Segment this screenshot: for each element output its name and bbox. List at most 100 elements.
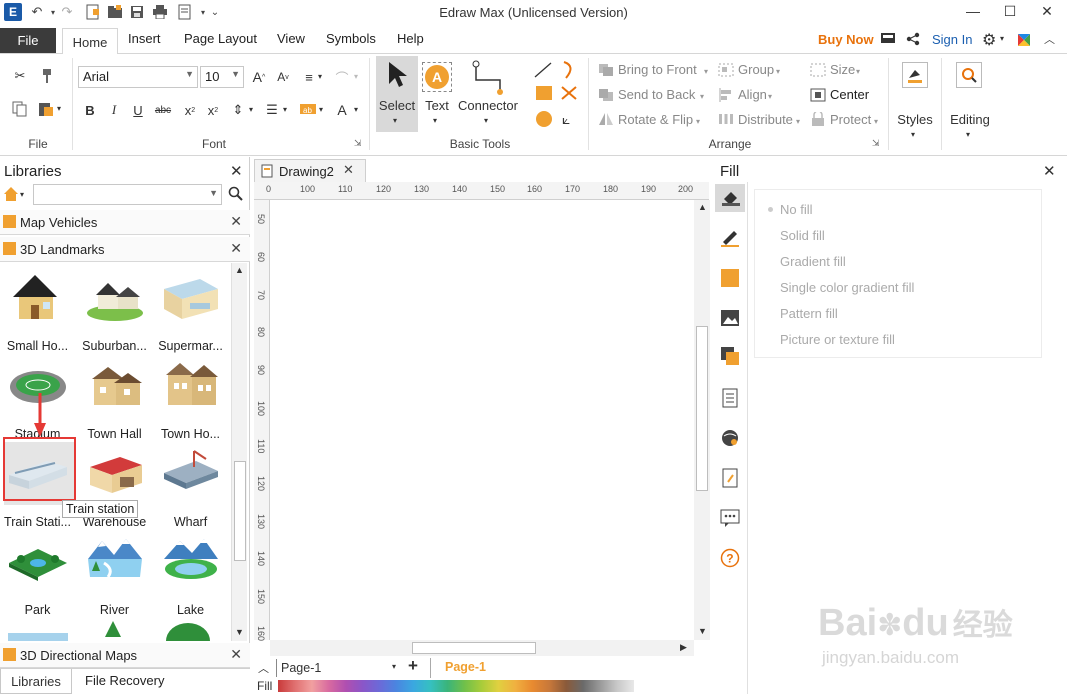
- scroll-up-icon[interactable]: ▲: [235, 265, 244, 275]
- protect-dropdown-icon[interactable]: ▾: [874, 117, 878, 126]
- protect-icon[interactable]: [810, 110, 826, 129]
- tab-file[interactable]: File: [0, 28, 56, 53]
- library-scrollbar[interactable]: ▲ ▼: [231, 263, 247, 641]
- tab-view[interactable]: View: [277, 31, 305, 46]
- fill-option-picture-or-texture-fill[interactable]: Picture or texture fill: [770, 332, 895, 347]
- send-to-back-icon[interactable]: [598, 88, 614, 105]
- group-icon[interactable]: [718, 63, 734, 80]
- bring-to-front-dropdown-icon[interactable]: ▾: [704, 67, 708, 76]
- tab-help[interactable]: Help: [397, 31, 424, 46]
- layers-icon[interactable]: [720, 346, 740, 366]
- superscript-icon[interactable]: x2: [203, 100, 223, 120]
- collapse-ribbon-icon[interactable]: ︿: [1044, 31, 1055, 47]
- connector-tool-button[interactable]: Connector ▾: [456, 56, 520, 132]
- scroll-right-icon[interactable]: ▶: [680, 642, 687, 653]
- attachment-icon[interactable]: [720, 468, 740, 488]
- tab-file-recovery[interactable]: File Recovery: [85, 673, 164, 688]
- distribute-dropdown-icon[interactable]: ▾: [796, 117, 800, 126]
- shape-lake[interactable]: Lake: [153, 527, 228, 617]
- subscript-icon[interactable]: x2: [180, 100, 200, 120]
- library-section-map-vehicles[interactable]: Map Vehicles ✕: [0, 210, 250, 235]
- library-home-icon[interactable]: [3, 186, 19, 205]
- size-button[interactable]: Size: [830, 62, 855, 77]
- page-properties-icon[interactable]: [720, 388, 740, 408]
- minimize-button[interactable]: —: [956, 0, 990, 22]
- canvas-vscroll-thumb[interactable]: [696, 326, 708, 491]
- editing-button[interactable]: Editing ▾: [946, 58, 996, 142]
- sign-in-link[interactable]: Sign In: [932, 32, 972, 47]
- text-highlight-icon[interactable]: ab: [298, 100, 318, 120]
- tab-symbols[interactable]: Symbols: [326, 31, 376, 46]
- add-page-icon[interactable]: +: [408, 656, 418, 676]
- close-section-icon[interactable]: ✕: [230, 646, 242, 663]
- line-tool-icon[interactable]: [534, 62, 552, 81]
- arrange-dialog-launcher-icon[interactable]: ⇲: [872, 138, 880, 149]
- rotate-flip-button[interactable]: Rotate & Flip: [618, 112, 693, 127]
- text-direction-icon[interactable]: ⌒: [332, 67, 352, 87]
- shape-town-hall[interactable]: Town Hall: [77, 351, 152, 441]
- shape-town-house[interactable]: Town Ho...: [153, 351, 228, 441]
- settings-gear-icon[interactable]: ⚙: [982, 30, 996, 50]
- paste-dropdown-icon[interactable]: ▾: [57, 104, 61, 113]
- text-highlight-dropdown-icon[interactable]: ▾: [319, 105, 323, 114]
- maximize-button[interactable]: ☐: [993, 0, 1027, 22]
- page-bar-expand-icon[interactable]: ︿: [258, 660, 269, 676]
- fill-option-pattern-fill[interactable]: Pattern fill: [770, 306, 838, 321]
- shape-suburban-house[interactable]: Suburban...: [77, 263, 152, 353]
- library-search-input[interactable]: ▼: [33, 184, 222, 205]
- page-tab-active[interactable]: Page-1: [430, 658, 500, 678]
- group-dropdown-icon[interactable]: ▾: [776, 67, 780, 76]
- send-to-back-dropdown-icon[interactable]: ▾: [700, 92, 704, 101]
- page-select[interactable]: Page-1 ▾: [276, 659, 398, 677]
- color-swatches[interactable]: [278, 680, 634, 692]
- line-style-icon[interactable]: [720, 228, 740, 248]
- scroll-down-icon[interactable]: ▼: [698, 626, 707, 636]
- close-window-button[interactable]: ✕: [1030, 0, 1064, 22]
- line-spacing-dropdown-icon[interactable]: ▾: [249, 105, 253, 114]
- decrease-font-icon[interactable]: Av: [273, 67, 293, 87]
- rotate-flip-dropdown-icon[interactable]: ▾: [696, 117, 700, 126]
- send-to-back-button[interactable]: Send to Back: [618, 87, 695, 102]
- increase-font-icon[interactable]: A ^: [249, 67, 269, 87]
- library-section-3d-directional-maps[interactable]: 3D Directional Maps ✕: [0, 643, 250, 668]
- fill-option-gradient-fill[interactable]: Gradient fill: [770, 254, 846, 269]
- fill-option-solid-fill[interactable]: Solid fill: [770, 228, 825, 243]
- library-scroll-thumb[interactable]: [234, 461, 246, 561]
- group-button[interactable]: Group: [738, 62, 774, 77]
- line-spacing-icon[interactable]: ⇕: [228, 100, 248, 120]
- tab-page-layout[interactable]: Page Layout: [184, 31, 257, 46]
- cut-icon[interactable]: ✂: [10, 66, 30, 86]
- ellipse-tool-icon[interactable]: [536, 111, 552, 127]
- center-icon[interactable]: [810, 88, 826, 105]
- shape-small-house[interactable]: Small Ho...: [0, 263, 75, 353]
- hyperlink-globe-icon[interactable]: [720, 428, 740, 448]
- fill-option-no-fill[interactable]: No fill: [768, 202, 813, 217]
- font-size-combo[interactable]: 10 ▼: [200, 66, 244, 88]
- canvas-horizontal-scrollbar[interactable]: ▶: [270, 640, 694, 656]
- size-dropdown-icon[interactable]: ▾: [856, 67, 860, 76]
- bring-to-front-icon[interactable]: [598, 63, 614, 80]
- scroll-up-icon[interactable]: ▲: [698, 202, 707, 212]
- text-align-dropdown-icon[interactable]: ▾: [318, 72, 322, 81]
- close-document-icon[interactable]: ✕: [343, 162, 354, 178]
- crop-tool-icon[interactable]: ⟀: [562, 111, 570, 128]
- shape-partial-forest[interactable]: [164, 621, 212, 641]
- shape-supermarket[interactable]: Supermar...: [153, 263, 228, 353]
- canvas-vertical-scrollbar[interactable]: ▲ ▼: [694, 200, 710, 640]
- tab-insert[interactable]: Insert: [128, 31, 161, 46]
- shape-park[interactable]: Park: [0, 527, 75, 617]
- tab-libraries[interactable]: Libraries: [0, 669, 72, 694]
- format-painter-icon[interactable]: [36, 66, 56, 86]
- text-tool-button[interactable]: A Text ▾: [420, 56, 454, 132]
- buy-now-link[interactable]: Buy Now: [818, 32, 874, 47]
- align-icon[interactable]: [718, 88, 734, 105]
- bullets-dropdown-icon[interactable]: ▾: [283, 105, 287, 114]
- close-section-icon[interactable]: ✕: [230, 240, 242, 257]
- rectangle-tool-icon[interactable]: [536, 86, 552, 100]
- center-button[interactable]: Center: [830, 87, 869, 102]
- tab-home[interactable]: Home: [62, 28, 118, 55]
- distribute-icon[interactable]: [718, 112, 734, 129]
- canvas-hscroll-thumb[interactable]: [412, 642, 536, 654]
- cross-tool-icon[interactable]: [560, 85, 578, 104]
- bullets-icon[interactable]: ☰: [262, 100, 282, 120]
